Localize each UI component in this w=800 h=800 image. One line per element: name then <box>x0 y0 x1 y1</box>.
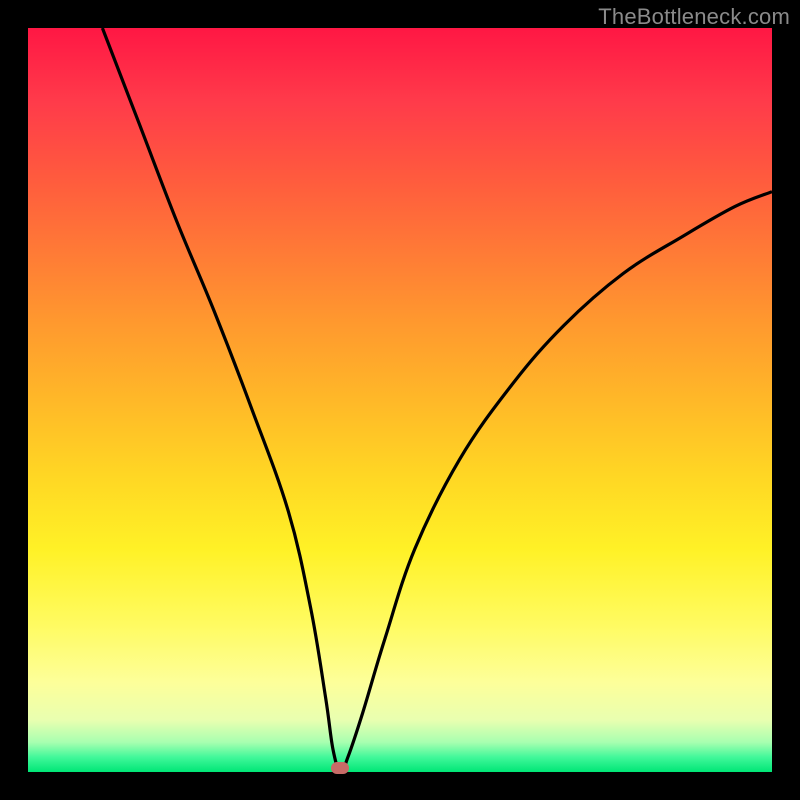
curve-layer <box>28 28 772 772</box>
watermark-text: TheBottleneck.com <box>598 4 790 30</box>
minimum-marker <box>331 762 349 774</box>
bottleneck-curve <box>102 28 772 772</box>
chart-frame: TheBottleneck.com <box>0 0 800 800</box>
